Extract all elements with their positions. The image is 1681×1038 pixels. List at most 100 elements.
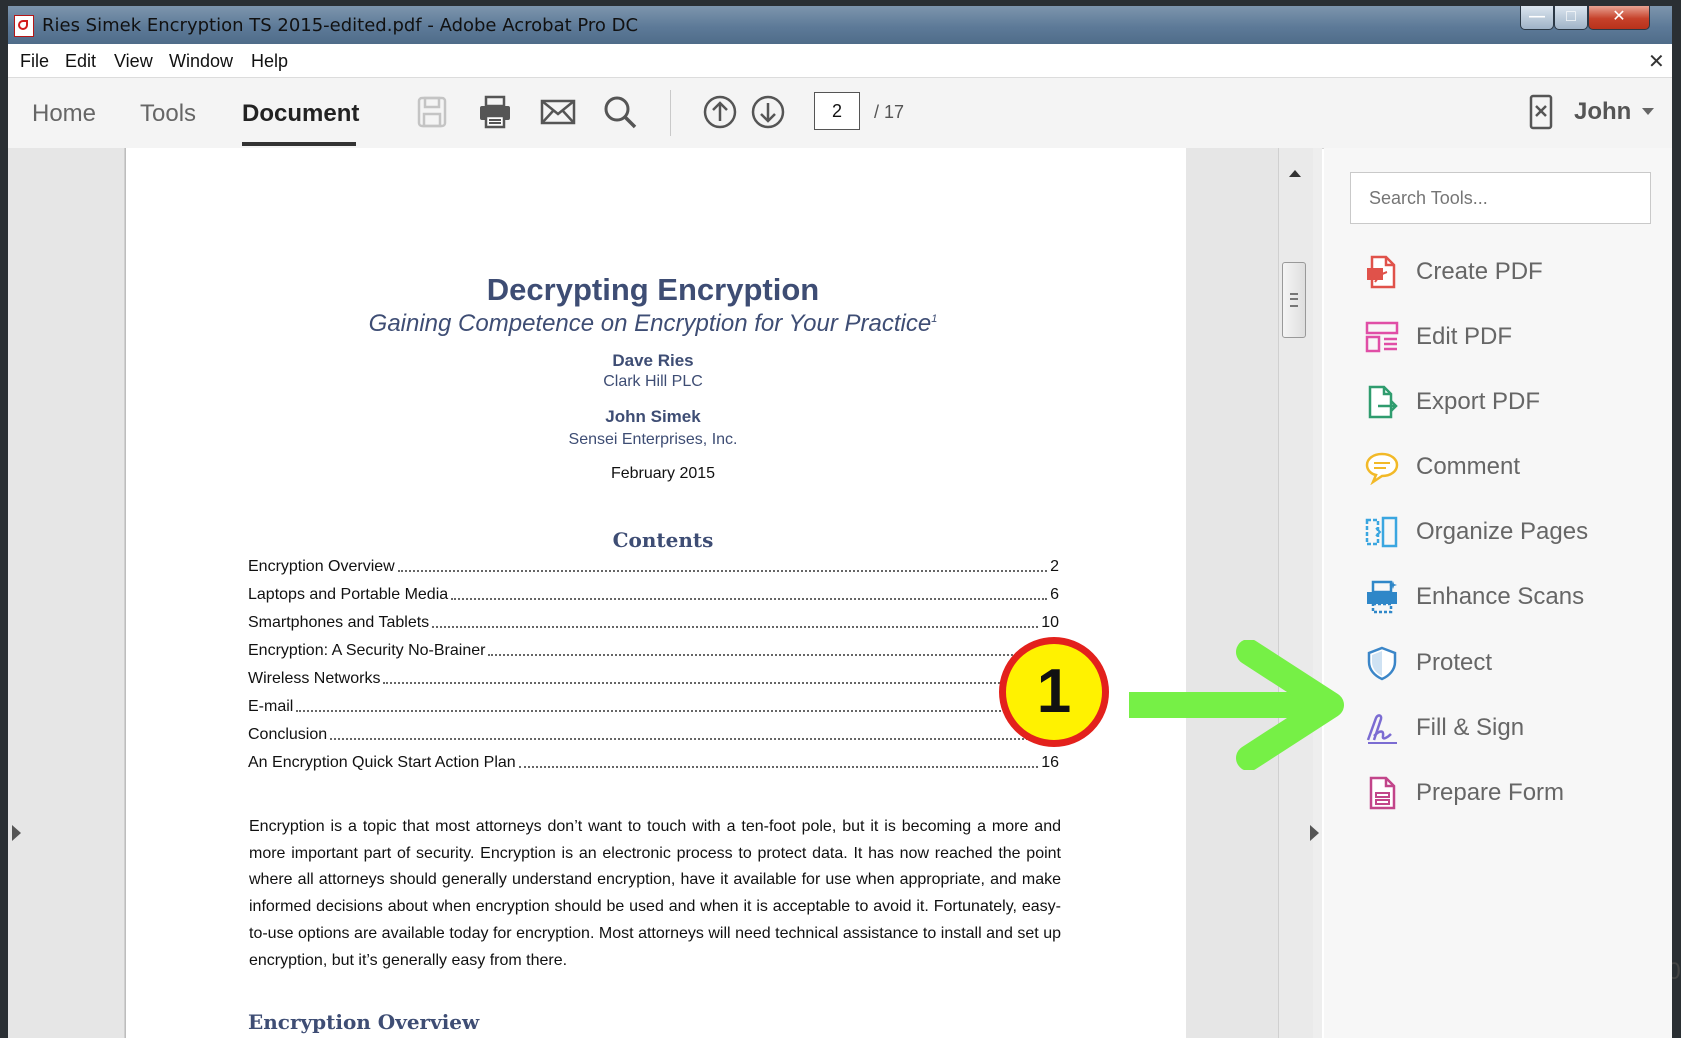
export-pdf-icon (1364, 384, 1400, 420)
contents-heading: Contents (612, 528, 714, 552)
toc-row[interactable]: Encryption: A Security No-Brainer (248, 636, 1059, 660)
fill-sign-icon (1364, 710, 1400, 746)
shield-icon (1364, 645, 1400, 681)
chevron-down-icon[interactable] (1642, 108, 1654, 115)
tool-fill-sign[interactable]: Fill & Sign (1360, 706, 1660, 750)
save-icon[interactable] (412, 92, 452, 132)
pdf-organization-1: Clark Hill PLC (603, 373, 703, 390)
toc-leader-dots (397, 569, 1048, 572)
minimize-button[interactable]: — (1520, 6, 1554, 30)
page-up-icon[interactable] (700, 92, 740, 132)
tool-label: Create PDF (1416, 258, 1543, 285)
organize-pages-icon (1364, 514, 1400, 550)
toc-entry-page: 2 (1050, 558, 1059, 575)
toc-entry-label: E-mail (248, 698, 294, 715)
tool-label: Fill & Sign (1416, 714, 1525, 741)
tool-label: Enhance Scans (1416, 583, 1585, 610)
tab-home[interactable]: Home (32, 100, 96, 128)
expand-left-panel-icon[interactable] (12, 825, 21, 841)
pdf-subtitle: Gaining Competence on Encryption for You… (0, 310, 1306, 338)
toc-leader-dots (518, 765, 1039, 768)
section-heading: Encryption Overview (248, 1010, 480, 1034)
screen-border-left (0, 0, 8, 1038)
comment-icon (1364, 449, 1400, 486)
toc-entry-page: 16 (1041, 754, 1059, 771)
toc-leader-dots (432, 625, 1039, 628)
tool-label: Export PDF (1416, 388, 1541, 415)
screen-border-right (1672, 0, 1681, 1038)
toc-entry-page: 6 (1050, 586, 1059, 603)
step-number: 1 (1036, 657, 1072, 726)
tools-panel-divider[interactable] (1313, 148, 1322, 1038)
menu-file[interactable]: File (20, 51, 49, 72)
toc-entry-label: Laptops and Portable Media (248, 586, 449, 603)
toc-row[interactable]: E-mail (248, 692, 1059, 716)
acrobat-app-icon (14, 15, 34, 37)
tool-label: Edit PDF (1416, 323, 1513, 350)
active-tab-indicator (242, 142, 356, 146)
close-window-button[interactable]: ✕ (1588, 6, 1650, 30)
step-number-callout: 1 (999, 637, 1109, 747)
toc-row[interactable]: An Encryption Quick Start Action Plan 16 (248, 748, 1059, 772)
tool-create-pdf[interactable]: Create PDF (1360, 250, 1660, 294)
menu-help[interactable]: Help (251, 51, 288, 72)
print-icon[interactable] (475, 92, 515, 132)
pdf-organization-2: Sensei Enterprises, Inc. (568, 431, 738, 448)
toc-entry-label: Encryption: A Security No-Brainer (248, 642, 486, 659)
email-icon[interactable] (538, 92, 578, 132)
toc-entry-label: Encryption Overview (248, 558, 395, 575)
toc-row[interactable]: Wireless Networks (248, 664, 1059, 688)
toc-row[interactable]: Laptops and Portable Media 6 (248, 580, 1059, 604)
footnote-mark: 1 (931, 313, 938, 325)
tool-label: Organize Pages (1416, 518, 1589, 545)
create-pdf-icon (1364, 254, 1400, 290)
tool-edit-pdf[interactable]: Edit PDF (1360, 315, 1660, 359)
pdf-author-2: John Simek (605, 407, 701, 426)
toolbar-separator (670, 90, 671, 136)
toc-row[interactable]: Encryption Overview 2 (248, 552, 1059, 576)
tab-document[interactable]: Document (242, 100, 359, 128)
tab-tools[interactable]: Tools (140, 100, 196, 128)
scroll-up-icon[interactable] (1289, 170, 1301, 177)
toc-leader-dots (330, 737, 1056, 740)
tool-export-pdf[interactable]: Export PDF (1360, 380, 1660, 424)
enhance-scans-icon (1364, 579, 1400, 615)
tool-label: Prepare Form (1416, 779, 1565, 806)
collapse-tools-panel-icon[interactable] (1310, 825, 1319, 841)
pdf-title: Decrypting Encryption (486, 272, 820, 307)
tool-enhance-scans[interactable]: Enhance Scans (1360, 575, 1660, 619)
prepare-form-icon (1364, 775, 1400, 811)
tool-prepare-form[interactable]: Prepare Form (1360, 771, 1660, 815)
page-down-icon[interactable] (748, 92, 788, 132)
toc-entry-label: Conclusion (248, 726, 328, 743)
user-account-menu[interactable]: John (1574, 98, 1631, 126)
search-tools-input[interactable] (1350, 172, 1651, 224)
pdf-author-1: Dave Ries (612, 351, 694, 370)
page-number-input[interactable]: 2 (814, 92, 860, 130)
pdf-subtitle-text: Gaining Competence on Encryption for You… (368, 310, 932, 337)
close-document-icon[interactable]: ✕ (1648, 49, 1665, 74)
toc-entry-label: An Encryption Quick Start Action Plan (248, 754, 516, 771)
toc-leader-dots (451, 597, 1048, 600)
window-title: Ries Simek Encryption TS 2015-edited.pdf… (42, 15, 639, 36)
toc-entry-label: Wireless Networks (248, 670, 381, 687)
green-callout-arrow (1129, 640, 1344, 770)
menu-edit[interactable]: Edit (65, 51, 96, 72)
search-icon[interactable] (600, 92, 640, 132)
menu-view[interactable]: View (114, 51, 153, 72)
tool-comment[interactable]: Comment (1360, 445, 1660, 489)
edit-pdf-icon (1364, 319, 1400, 355)
toc-leader-dots (296, 709, 1056, 712)
toc-entry-page: 10 (1041, 614, 1059, 631)
tool-protect[interactable]: Protect (1360, 641, 1660, 685)
toc-row[interactable]: Conclusion (248, 720, 1059, 744)
toc-row[interactable]: Smartphones and Tablets 10 (248, 608, 1059, 632)
menu-window[interactable]: Window (169, 51, 233, 72)
menu-bar: File Edit View Window Help ✕ (8, 44, 1672, 78)
toc-leader-dots (383, 681, 1056, 684)
pdf-body-paragraph: Encryption is a topic that most attorney… (249, 818, 1061, 969)
tool-label: Comment (1416, 453, 1521, 480)
maximize-button[interactable]: □ (1554, 6, 1588, 30)
mobile-link-icon[interactable] (1526, 92, 1556, 132)
tool-organize-pages[interactable]: Organize Pages (1360, 510, 1660, 554)
